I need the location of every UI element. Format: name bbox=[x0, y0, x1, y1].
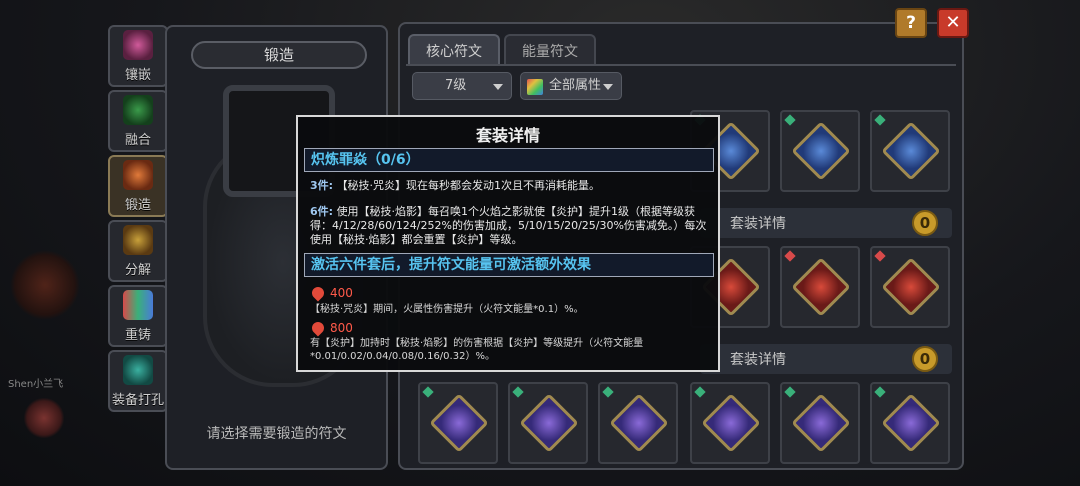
rune-cell[interactable] bbox=[780, 246, 860, 328]
sidebar-item-label: 镶嵌 bbox=[124, 68, 151, 83]
dialog-title: 套装详情 bbox=[475, 126, 540, 145]
inlay-icon bbox=[123, 30, 153, 60]
rune-cell[interactable] bbox=[870, 246, 950, 328]
set-bonus-6: 6件: 使用【秘技·焰影】每召唤1个火焰之影就使【炎护】提升1级（根据等级获得：… bbox=[310, 205, 710, 247]
red-rune-icon bbox=[791, 257, 851, 317]
rune-cell[interactable] bbox=[780, 110, 860, 192]
set-bonus-3: 3件: 【秘技·咒炎】现在每秒都会发动1次且不再消耗能量。 bbox=[310, 179, 710, 193]
purple-rune-icon bbox=[519, 393, 579, 453]
sidebar-item-label: 分解 bbox=[124, 263, 151, 278]
sidebar-item-decompose[interactable]: 分解 bbox=[108, 220, 168, 282]
attribute-dot bbox=[602, 386, 614, 398]
activate-bonus-header: 激活六件套后，提升符文能量可激活额外效果 bbox=[304, 253, 714, 277]
close-button[interactable]: ✕ bbox=[937, 8, 969, 38]
blue-rune-icon bbox=[791, 121, 851, 181]
purple-rune-icon bbox=[791, 393, 851, 453]
forge-title: 锻造 bbox=[191, 41, 367, 69]
attribute-dropdown[interactable]: 全部属性 bbox=[520, 72, 622, 100]
sidebar: 镶嵌 融合 锻造 分解 重铸 装备打孔 bbox=[108, 25, 170, 415]
fuse-icon bbox=[123, 95, 153, 125]
forge-icon bbox=[123, 160, 153, 190]
rune-cell[interactable] bbox=[690, 382, 770, 464]
background-character bbox=[24, 398, 64, 438]
attribute-dot bbox=[784, 250, 796, 262]
bonus-threshold-2: 800 bbox=[309, 319, 353, 337]
fire-icon bbox=[309, 319, 327, 337]
tab-energy-runes[interactable]: 能量符文 bbox=[504, 34, 596, 66]
set-details-bar[interactable]: 套装详情 0 bbox=[700, 344, 952, 374]
bonus-threshold-value: 400 bbox=[330, 286, 353, 300]
attribute-dot bbox=[422, 386, 434, 398]
sidebar-item-label: 融合 bbox=[124, 133, 151, 148]
set-bonus-3-key: 3件: bbox=[310, 179, 334, 192]
purple-rune-icon bbox=[429, 393, 489, 453]
background-orb bbox=[10, 250, 80, 320]
sidebar-item-inlay[interactable]: 镶嵌 bbox=[108, 25, 168, 87]
recast-icon bbox=[123, 290, 153, 320]
sidebar-item-socket[interactable]: 装备打孔 bbox=[108, 350, 168, 412]
set-details-label: 套装详情 bbox=[730, 216, 786, 232]
red-rune-icon bbox=[881, 257, 941, 317]
help-button[interactable]: ? bbox=[895, 8, 927, 38]
tab-core-runes[interactable]: 核心符文 bbox=[408, 34, 500, 66]
tab-divider bbox=[406, 64, 956, 66]
attribute-dot bbox=[694, 386, 706, 398]
set-name-header: 炽炼罪焱（0/6） bbox=[304, 148, 714, 172]
sidebar-item-label: 锻造 bbox=[124, 198, 151, 213]
attribute-dropdown-value: 全部属性 bbox=[549, 78, 602, 93]
purple-rune-icon bbox=[701, 393, 761, 453]
purple-rune-icon bbox=[609, 393, 669, 453]
attribute-dot bbox=[874, 250, 886, 262]
purple-rune-icon bbox=[881, 393, 941, 453]
sidebar-item-label: 重铸 bbox=[124, 328, 151, 343]
background-player-name: Shen小兰飞 bbox=[8, 379, 64, 390]
attribute-icon bbox=[527, 79, 543, 95]
forge-hint: 请选择需要锻造的符文 bbox=[206, 426, 347, 442]
set-details-label: 套装详情 bbox=[730, 352, 786, 368]
attribute-dot bbox=[512, 386, 524, 398]
attribute-dot bbox=[874, 386, 886, 398]
level-dropdown[interactable]: 7级 bbox=[412, 72, 512, 100]
fire-icon bbox=[309, 284, 327, 302]
level-dropdown-value: 7级 bbox=[445, 78, 467, 93]
rune-cell[interactable] bbox=[598, 382, 678, 464]
rune-cell[interactable] bbox=[508, 382, 588, 464]
bonus-threshold-1: 400 bbox=[309, 284, 353, 302]
sidebar-item-fuse[interactable]: 融合 bbox=[108, 90, 168, 152]
sidebar-item-forge[interactable]: 锻造 bbox=[108, 155, 168, 217]
rune-cell[interactable] bbox=[870, 110, 950, 192]
set-details-bar[interactable]: 套装详情 0 bbox=[700, 208, 952, 238]
bonus-threshold-value: 800 bbox=[330, 321, 353, 335]
set-bonus-6-key: 6件: bbox=[310, 205, 334, 218]
sidebar-item-label: 装备打孔 bbox=[111, 393, 164, 408]
attribute-dot bbox=[784, 114, 796, 126]
blue-rune-icon bbox=[881, 121, 941, 181]
chevron-down-icon bbox=[603, 84, 613, 90]
attribute-dot bbox=[784, 386, 796, 398]
set-bonus-6-text: 使用【秘技·焰影】每召唤1个火焰之影就使【炎护】提升1级（根据等级获得：4/12… bbox=[310, 205, 707, 246]
rune-cell[interactable] bbox=[780, 382, 860, 464]
set-count-badge: 0 bbox=[912, 346, 938, 372]
set-bonus-3-text: 【秘技·咒炎】现在每秒都会发动1次且不再消耗能量。 bbox=[336, 179, 601, 192]
attribute-dot bbox=[874, 114, 886, 126]
rune-cell[interactable] bbox=[418, 382, 498, 464]
sidebar-item-recast[interactable]: 重铸 bbox=[108, 285, 168, 347]
socket-icon bbox=[123, 355, 153, 385]
set-count-badge: 0 bbox=[912, 210, 938, 236]
bonus-2-text: 有【炎护】加持时【秘技·焰影】的伤害根据【炎护】等级提升（火符文能量*0.01/… bbox=[310, 338, 644, 362]
set-details-dialog: 套装详情 炽炼罪焱（0/6） 3件: 【秘技·咒炎】现在每秒都会发动1次且不再消… bbox=[296, 115, 720, 372]
bonus-1-text: 【秘技·咒炎】期间，火属性伤害提升（火符文能量*0.1）%。 bbox=[310, 304, 584, 315]
decompose-icon bbox=[123, 225, 153, 255]
rune-cell[interactable] bbox=[870, 382, 950, 464]
chevron-down-icon bbox=[493, 84, 503, 90]
